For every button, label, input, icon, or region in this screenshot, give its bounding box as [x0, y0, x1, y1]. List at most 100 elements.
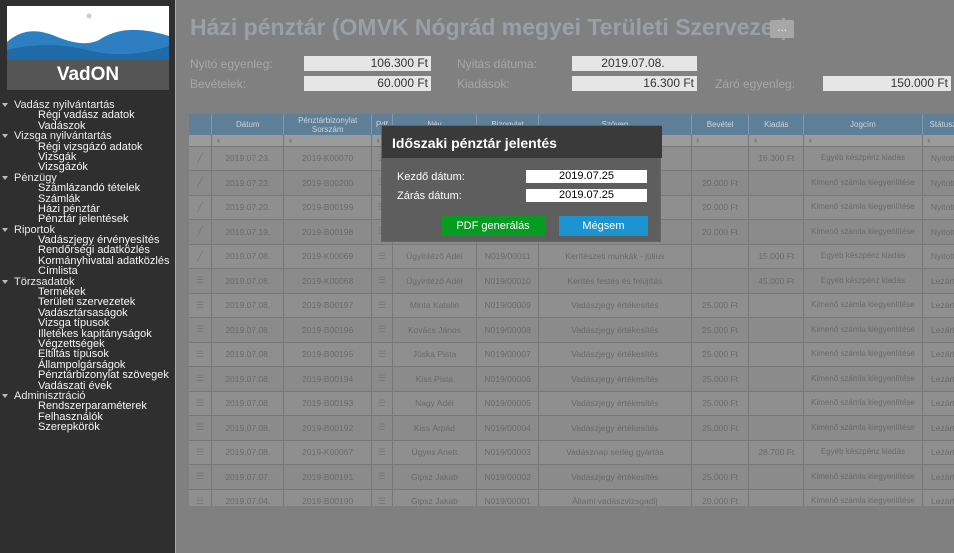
table-row[interactable]: ☰ 2019.07.08. 2019-K00068 ☰ Ügyintéző Adél N0… — [189, 268, 954, 294]
cell-datum: 2019.07.08. — [211, 415, 285, 441]
cell-bizonylat: N019/00005 — [476, 391, 540, 416]
table-row[interactable]: ☰ 2019.07.08. 2019-B00197 ☰ Minta Katalin N01… — [189, 293, 954, 318]
sidebar-item[interactable]: Pénztárbizonylat szövegek — [0, 369, 175, 380]
document-icon[interactable]: ☰ — [189, 293, 213, 318]
table-row[interactable]: ☰ 2019.07.08. 2019-B00194 ☰ Kiss Pista N019/0… — [189, 366, 954, 392]
document-icon[interactable]: ☰ — [189, 366, 213, 392]
document-icon[interactable]: ☰ — [189, 489, 213, 506]
pdf-icon[interactable]: ☰ — [371, 464, 393, 490]
table-row[interactable]: ☰ 2019.07.08. 2019-B00196 ☰ Kovács János N019… — [189, 317, 954, 343]
document-icon[interactable]: ☰ — [189, 342, 213, 367]
cell-statusz: Nyitott — [922, 170, 954, 196]
edit-icon[interactable]: ╱ — [189, 244, 213, 269]
filter-cell[interactable]: ♀ — [922, 135, 954, 147]
triangle-down-icon — [2, 103, 8, 107]
cell-bevetel: 20.000 Ft — [691, 170, 750, 196]
document-icon[interactable]: ☰ — [189, 391, 213, 416]
cell-datum: 2019.07.07. — [211, 464, 285, 490]
filter-cell[interactable]: ♀ — [803, 135, 923, 147]
edit-icon[interactable]: ╱ — [189, 170, 213, 196]
column-header[interactable] — [189, 114, 213, 135]
cell-statusz: Nyitott — [922, 219, 954, 245]
pdf-icon[interactable]: ☰ — [371, 244, 393, 269]
pdf-icon[interactable]: ☰ — [371, 342, 393, 367]
main-panel: Házi pénztár (OMVK Nógrád megyei Terület… — [175, 0, 954, 553]
table-row[interactable]: ☰ 2019.07.08. 2019-B00195 ☰ Jóska Pista N019/… — [189, 342, 954, 367]
pdf-icon[interactable]: ☰ — [371, 366, 393, 392]
document-icon[interactable]: ☰ — [189, 268, 213, 294]
cell-sorszam: 2019-K00067 — [283, 440, 373, 465]
edit-icon[interactable]: ╱ — [189, 146, 213, 171]
cell-jogcim: Kimenő számla kiegyenlítése — [803, 219, 923, 245]
sidebar-group[interactable]: Adminisztráció — [0, 390, 175, 401]
table-row[interactable]: ☰ 2019.07.08. 2019-B00192 ☰ Kiss Árpád N019/0… — [189, 415, 954, 441]
cell-bizonylat: N019/00003 — [476, 440, 540, 465]
filter-cell[interactable]: ♀ — [283, 135, 373, 147]
sidebar-item[interactable]: Kormányhivatal adatközlés — [0, 255, 175, 266]
document-icon[interactable]: ☰ — [189, 464, 213, 490]
filter-cell[interactable]: ♀ — [748, 135, 805, 147]
cell-statusz: Lezárt — [922, 268, 954, 294]
sidebar-group[interactable]: Vizsga nyilvántartás — [0, 131, 175, 142]
end-date-input[interactable]: 2019.07.25 — [526, 189, 647, 202]
nyito-label: Nyitó egyenleg: — [190, 57, 273, 71]
pdf-icon[interactable]: ☰ — [371, 489, 393, 506]
cell-nev: Kovács János — [392, 317, 478, 343]
cell-kiadas — [748, 170, 805, 196]
sidebar-group[interactable]: Pénzügy — [0, 172, 175, 183]
table-row[interactable]: ☰ 2019.07.07. 2019-B00191 ☰ Gipsz Jakab N019/… — [189, 464, 954, 490]
column-header[interactable]: Bevétel — [691, 114, 750, 135]
cell-nev: Minta Katalin — [392, 293, 478, 318]
cell-kiadas — [748, 366, 805, 392]
cell-jogcim: Egyéb készpénz kiadás — [803, 146, 923, 171]
document-icon[interactable]: ☰ — [189, 317, 213, 343]
edit-icon[interactable]: ╱ — [189, 219, 213, 245]
cell-jogcim: Kimenő számla kiegyenlítése — [803, 170, 923, 196]
filter-cell[interactable]: ♀ — [691, 135, 750, 147]
cell-szoveg: Kerítészeti munkák - július — [538, 244, 692, 269]
pdf-generate-button[interactable]: PDF generálás — [441, 216, 545, 236]
sidebar-group[interactable]: Törzsadatok — [0, 276, 175, 287]
sidebar-item[interactable]: Számlázandó tételek — [0, 182, 175, 193]
edit-icon[interactable]: ╱ — [189, 195, 213, 220]
sidebar-group[interactable]: Vadász nyilvántartás — [0, 100, 175, 111]
table-row[interactable]: ☰ 2019.07.08. 2019-K00067 ☰ Ügyes Anett N019/… — [189, 440, 954, 465]
table-row[interactable]: ╱ 2019.07.08. 2019-K00069 ☰ Ügyintéző Adél N0… — [189, 244, 954, 269]
cell-datum: 2019.07.04. — [211, 489, 285, 506]
column-header[interactable]: Jogcím — [803, 114, 923, 135]
sidebar-item[interactable]: Régi vadász adatok — [0, 110, 175, 121]
sidebar-group[interactable]: Riportok — [0, 224, 175, 235]
cell-statusz: Lezárt — [922, 464, 954, 490]
cell-szoveg: Kerítés festés és felújítás — [538, 268, 692, 294]
pdf-icon[interactable]: ☰ — [371, 440, 393, 465]
cell-bizonylat: N019/00009 — [476, 293, 540, 318]
cell-sorszam: 2019-B00196 — [283, 317, 373, 343]
cell-statusz: Nyitott — [922, 195, 954, 220]
cell-statusz: Nyitott — [922, 244, 954, 269]
cell-sorszam: 2019-B00197 — [283, 293, 373, 318]
pdf-icon[interactable]: ☰ — [371, 415, 393, 441]
cell-szoveg: Vadásznap serleg gyártás — [538, 440, 692, 465]
cell-bevetel: 25.000 Ft — [691, 293, 750, 318]
column-header[interactable]: Státusz — [922, 114, 954, 135]
pdf-icon[interactable]: ☰ — [371, 317, 393, 343]
pdf-icon[interactable]: ☰ — [371, 391, 393, 416]
pdf-icon[interactable]: ☰ — [371, 268, 393, 294]
document-icon[interactable]: ☰ — [189, 415, 213, 441]
cell-bevetel: 25.000 Ft — [691, 366, 750, 392]
table-row[interactable]: ☰ 2019.07.08. 2019-B00193 ☰ Nagy Adél N019/00… — [189, 391, 954, 416]
filter-cell[interactable] — [189, 135, 213, 147]
column-header[interactable]: Kiadás — [748, 114, 805, 135]
sidebar-item[interactable]: Régi vizsgázó adatok — [0, 141, 175, 152]
table-row[interactable]: ☰ 2019.07.04. 2019-B00190 ☰ Gipsz Jakab N019/… — [189, 489, 954, 506]
cancel-button[interactable]: Mégsem — [559, 216, 648, 236]
sidebar-item[interactable]: Szerepkörök — [0, 421, 175, 432]
pdf-icon[interactable]: ☰ — [371, 293, 393, 318]
start-date-input[interactable]: 2019.07.25 — [526, 170, 647, 183]
title-options-button[interactable]: ... — [770, 20, 794, 38]
document-icon[interactable]: ☰ — [189, 440, 213, 465]
column-header[interactable]: Pénztárbizonylat Sorszám — [283, 114, 373, 135]
filter-cell[interactable]: ♀ — [211, 135, 285, 147]
column-header[interactable]: Dátum — [211, 114, 285, 135]
page-title: Házi pénztár (OMVK Nógrád megyei Terület… — [190, 14, 789, 40]
